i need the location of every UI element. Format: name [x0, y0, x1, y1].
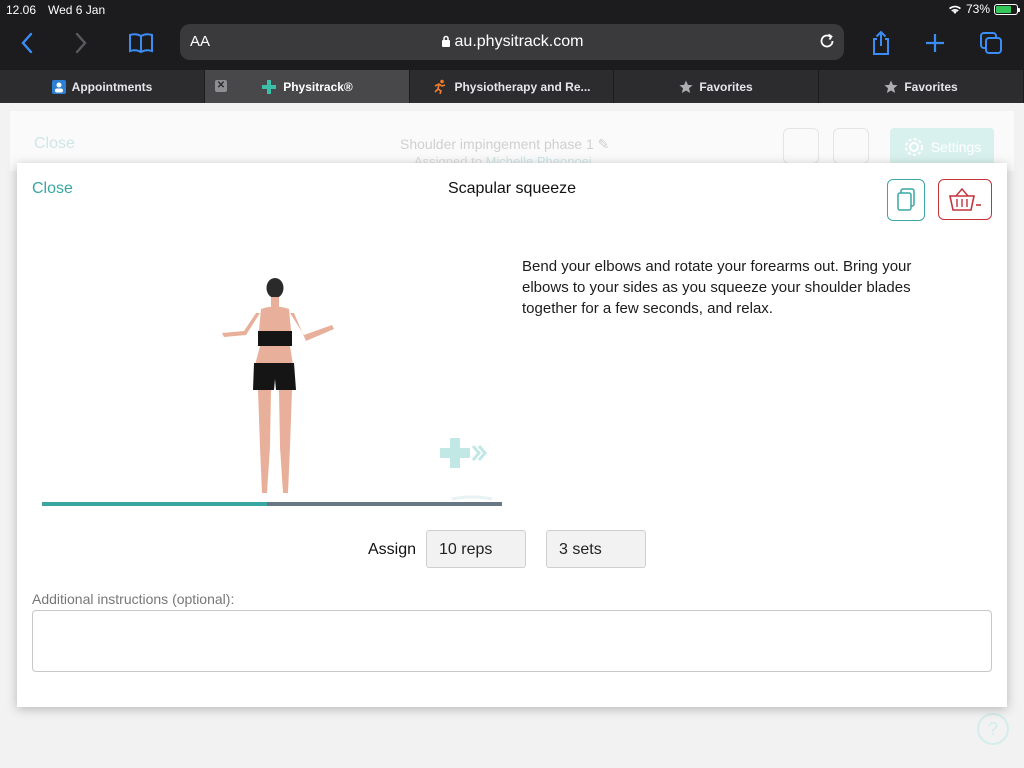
copy-button[interactable] — [887, 179, 925, 221]
exercise-modal: Close Scapular squeeze Bend your elbows … — [17, 163, 1007, 707]
battery-percent: 73% — [965, 2, 990, 16]
tab-favorites-1[interactable]: Favorites — [614, 70, 819, 103]
battery-icon — [994, 3, 1020, 15]
status-date: Wed 6 Jan — [48, 3, 106, 17]
wifi-icon — [948, 5, 961, 14]
program-title: Shoulder impingement phase 1 ✎ — [400, 136, 610, 152]
tabs-icon[interactable] — [976, 28, 1006, 58]
tab-physitrack[interactable]: ✕ Physitrack® — [205, 70, 410, 103]
exercise-description: Bend your elbows and rotate your forearm… — [522, 258, 912, 317]
star-icon — [679, 80, 693, 93]
status-bar: 12.06 Wed 6 Jan 73% — [0, 0, 1024, 20]
status-right: 73% — [948, 2, 1020, 16]
tab-favorites-2[interactable]: Favorites — [819, 70, 1024, 103]
help-button[interactable]: ? — [977, 713, 1009, 745]
star-icon — [884, 80, 898, 93]
exercise-title: Scapular squeeze — [447, 180, 577, 197]
runner-favicon-icon — [434, 79, 446, 94]
tab-label: Physiotherapy and Re... — [454, 79, 591, 94]
additional-instructions-label: Additional instructions (optional): — [32, 591, 235, 607]
forward-icon[interactable] — [66, 28, 96, 58]
browser-chrome: 12.06 Wed 6 Jan 73% AA au.physitrack.com — [0, 0, 1024, 70]
settings-gear-icon — [904, 138, 923, 156]
remove-from-basket-button[interactable] — [938, 179, 992, 220]
safari-toolbar: AA au.physitrack.com — [0, 22, 1024, 66]
address-bar[interactable]: AA au.physitrack.com — [180, 24, 844, 60]
copy-icon — [897, 188, 915, 211]
reload-icon[interactable] — [818, 32, 836, 55]
close-tab-icon[interactable]: ✕ — [215, 80, 227, 92]
background-settings-button: Settings — [890, 128, 994, 166]
exercise-figure — [222, 278, 493, 501]
share-icon[interactable] — [866, 28, 896, 58]
back-icon[interactable] — [12, 28, 42, 58]
assign-label: Assign — [368, 541, 417, 558]
tab-label: Appointments — [71, 79, 153, 94]
tab-label: Favorites — [904, 79, 958, 94]
status-time: 12.06 — [6, 3, 37, 17]
physitrack-logo-icon — [262, 79, 277, 94]
background-print-button — [833, 128, 869, 164]
appointments-favicon-icon — [51, 79, 66, 94]
tab-label: Physitrack® — [283, 79, 353, 94]
lock-icon — [441, 35, 450, 47]
tab-bar: Appointments ✕ Physitrack® Physiotherapy… — [0, 70, 1024, 103]
url-value: au.physitrack.com — [454, 33, 584, 50]
video-progress-bar[interactable] — [42, 502, 502, 506]
url-text: au.physitrack.com — [180, 33, 844, 51]
sets-select[interactable]: 3 sets — [546, 530, 646, 568]
bookmarks-icon[interactable] — [126, 28, 156, 58]
new-tab-icon[interactable] — [920, 28, 950, 58]
tab-physiotherapy[interactable]: Physiotherapy and Re... — [410, 70, 614, 103]
reps-select[interactable]: 10 reps — [426, 530, 526, 568]
basket-remove-icon — [949, 187, 981, 211]
battery-fill — [996, 5, 1011, 13]
exercise-video[interactable] — [42, 233, 502, 508]
additional-instructions-input[interactable] — [32, 610, 992, 672]
background-copy-button — [783, 128, 819, 164]
tab-label: Favorites — [699, 79, 753, 94]
video-progress-fill — [42, 502, 268, 506]
background-close-link: Close — [34, 135, 75, 152]
tab-appointments[interactable]: Appointments — [0, 70, 205, 103]
